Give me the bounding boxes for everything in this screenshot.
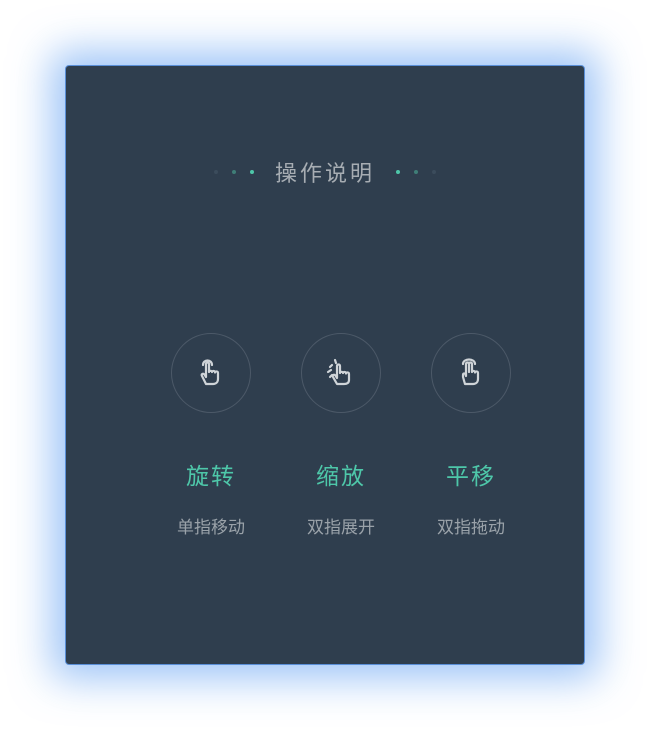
gesture-title: 平移	[446, 464, 496, 490]
gesture-icon-circle	[301, 333, 381, 413]
title-row: 操作说明	[66, 156, 584, 188]
gesture-title: 旋转	[186, 464, 236, 490]
gesture-icon-circle	[431, 333, 511, 413]
panel-title: 操作说明	[274, 162, 375, 187]
gesture-pan: 平移 双指拖动	[406, 333, 536, 538]
gesture-zoom: 缩放 双指展开	[276, 333, 406, 538]
gesture-rotate: 旋转 单指移动	[146, 333, 276, 538]
dot	[231, 170, 236, 174]
gesture-description: 双指拖动	[437, 518, 505, 538]
dot	[414, 170, 418, 174]
gesture-title: 缩放	[316, 464, 366, 490]
dot	[213, 170, 218, 174]
pinch-hand-icon	[326, 358, 351, 386]
gesture-description: 双指展开	[307, 518, 375, 538]
gesture-icon-circle	[171, 333, 251, 413]
instructions-panel: 操作说明 旋转 单指移动 缩放 双指展开 平移 双指拖动	[65, 65, 585, 665]
right-dots	[389, 170, 443, 174]
gesture-description: 单指移动	[177, 518, 245, 538]
tap-hand-icon	[200, 359, 220, 386]
two-finger-hand-icon	[461, 358, 480, 386]
dot	[432, 170, 436, 174]
gesture-list: 旋转 单指移动 缩放 双指展开 平移 双指拖动	[146, 333, 536, 538]
dot	[396, 170, 400, 174]
dot	[249, 170, 254, 174]
left-dots	[207, 170, 261, 174]
